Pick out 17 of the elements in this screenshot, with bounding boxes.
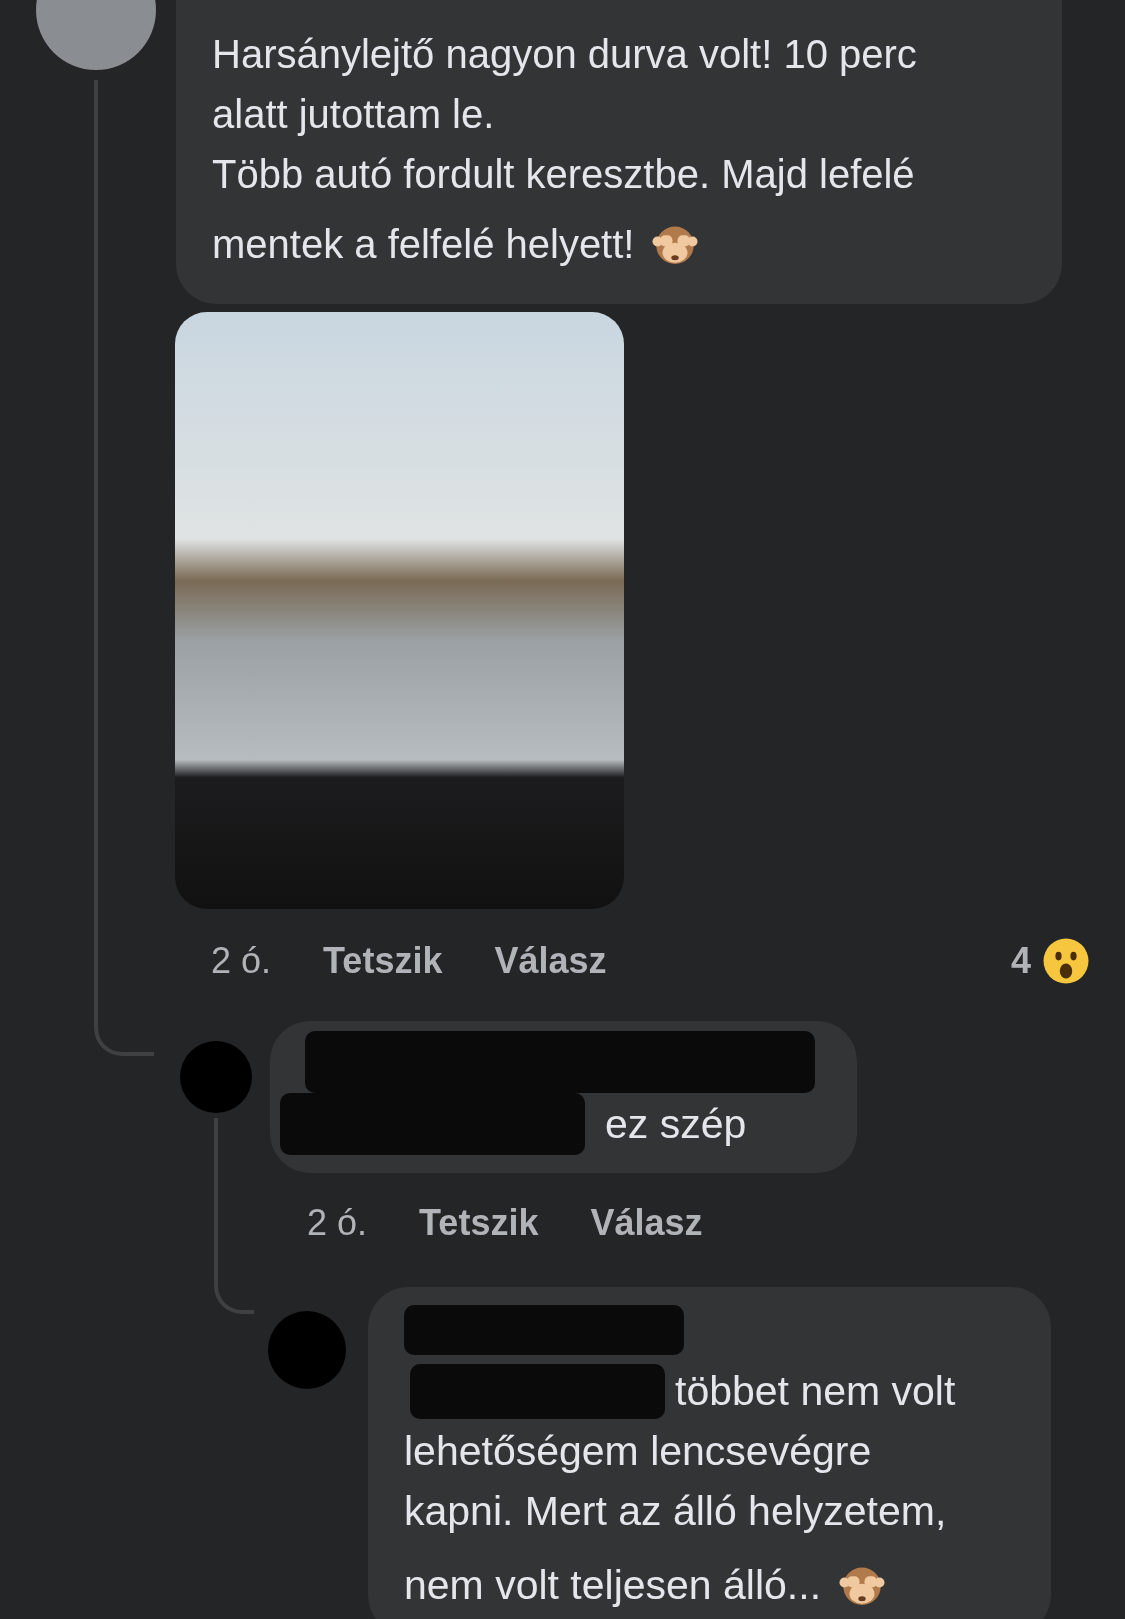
comment-text: lehetőségem lencsevégre xyxy=(404,1427,873,1476)
comment-text: Harsánylejtő nagyon durva volt! 10 perc xyxy=(212,31,918,78)
comment-text: kapni. Mert az álló helyzetem, xyxy=(404,1487,948,1536)
reply-link[interactable]: Válasz xyxy=(494,940,607,982)
comment-text: ez szép xyxy=(605,1100,747,1149)
comment-text: nem volt teljesen álló... xyxy=(404,1561,822,1610)
reaction-count: 4 xyxy=(1010,940,1031,982)
comment-text: alatt jutottam le. xyxy=(212,91,496,138)
like-link[interactable]: Tetszik xyxy=(419,1202,539,1244)
like-link[interactable]: Tetszik xyxy=(323,940,443,982)
comment-time: 2 ó. xyxy=(307,1202,368,1244)
comment-text: többet nem volt xyxy=(675,1367,956,1416)
comment-text: Több autó fordult keresztbe. Majd lefelé xyxy=(212,151,916,198)
reply-link[interactable]: Válasz xyxy=(590,1202,703,1244)
comment-text: mentek a felfelé helyett! xyxy=(212,221,635,268)
comment-time: 2 ó. xyxy=(211,940,272,982)
surprised-face-icon xyxy=(1041,936,1091,986)
